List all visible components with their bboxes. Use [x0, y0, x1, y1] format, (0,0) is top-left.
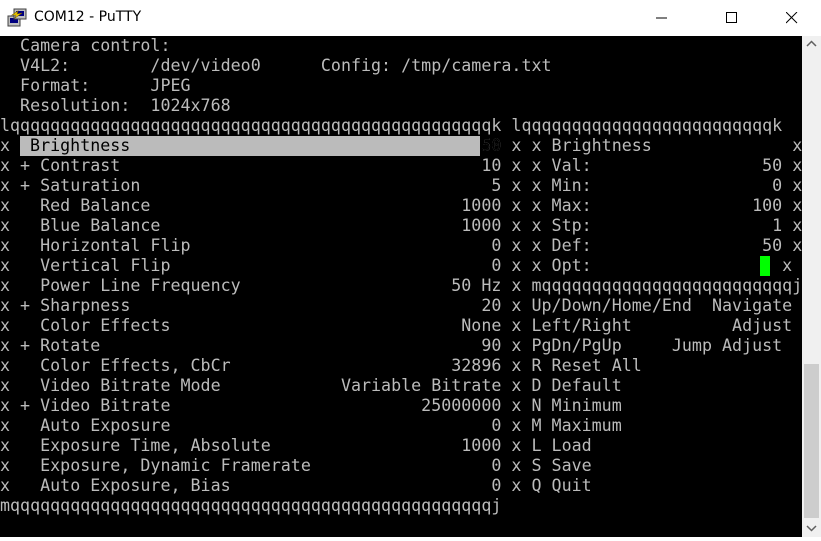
- putty-icon[interactable]: [6, 7, 28, 29]
- control-row: x Blue Balance 1000 x x Stp: 1 x: [0, 216, 802, 235]
- scroll-down-button[interactable]: [802, 520, 821, 537]
- chevron-up-icon: [806, 40, 817, 47]
- control-row: x Color Effects None x Left/Right Adjust: [0, 316, 793, 335]
- control-row: x Exposure, Dynamic Framerate 0 x S Save: [0, 456, 592, 475]
- terminal-header-line: Format: JPEG: [0, 76, 191, 95]
- scroll-thumb[interactable]: [804, 364, 819, 518]
- control-row: x Vertical Flip 0 x x Opt: x: [0, 256, 793, 275]
- menu-border-bottom: mqqqqqqqqqqqqqqqqqqqqqqqqqqqqqqqqqqqqqqq…: [0, 496, 502, 515]
- window-titlebar[interactable]: COM12 - PuTTY: [0, 0, 821, 36]
- control-row: x + Sharpness 20 x Up/Down/Home/End Navi…: [0, 296, 793, 315]
- control-row: x Exposure Time, Absolute 1000 x L Load: [0, 436, 592, 455]
- menu-border-top: lqqqqqqqqqqqqqqqqqqqqqqqqqqqqqqqqqqqqqqq…: [0, 116, 783, 135]
- scroll-up-button[interactable]: [802, 36, 821, 53]
- maximize-icon: [726, 12, 737, 23]
- control-row: x + Saturation 5 x x Min: 0 x: [0, 176, 802, 195]
- control-row: x + Rotate 90 x PgDn/PgUp Jump Adjust: [0, 336, 783, 355]
- control-row: x Power Line Frequency 50 Hz x mqqqqqqqq…: [0, 276, 802, 295]
- terminal-header-line: Resolution: 1024x768: [0, 96, 231, 115]
- control-row: x Horizontal Flip 0 x x Def: 50 x: [0, 236, 802, 255]
- control-row: x Video Bitrate Mode Variable Bitrate x …: [0, 376, 622, 395]
- terminal-header-line: Camera control:: [0, 36, 171, 55]
- close-icon: [786, 12, 798, 24]
- control-row: x Color Effects, CbCr 32896 x R Reset Al…: [0, 356, 642, 375]
- window-title: COM12 - PuTTY: [34, 9, 142, 25]
- control-row: x Auto Exposure, Bias 0 x Q Quit: [0, 476, 592, 495]
- minimize-button[interactable]: [639, 0, 685, 36]
- terminal-cursor: [760, 256, 770, 276]
- control-row: x + Video Bitrate 25000000 x N Minimum: [0, 396, 622, 415]
- vertical-scrollbar[interactable]: [802, 36, 821, 537]
- control-row: x Auto Exposure 0 x M Maximum: [0, 416, 622, 435]
- close-button[interactable]: [769, 0, 815, 36]
- control-row: x + Contrast 10 x x Val: 50 x: [0, 156, 802, 175]
- minimize-icon: [656, 17, 667, 19]
- chevron-down-icon: [806, 525, 817, 532]
- terminal-screen[interactable]: Camera control: V4L2: /dev/video0 Config…: [0, 36, 802, 537]
- control-row: x Red Balance 1000 x x Max: 100 x: [0, 196, 802, 215]
- terminal-header-line: V4L2: /dev/video0 Config: /tmp/camera.tx…: [0, 56, 552, 75]
- maximize-button[interactable]: [709, 0, 755, 36]
- selected-control-label: Brightness 50: [10, 136, 502, 155]
